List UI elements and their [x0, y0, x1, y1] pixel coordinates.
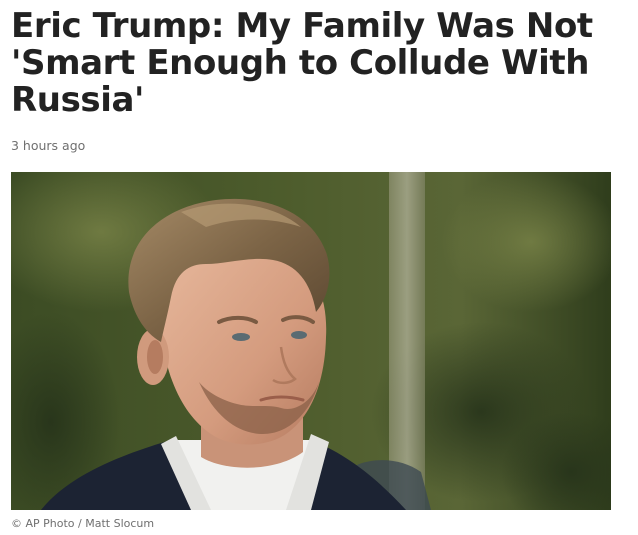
article-timestamp: 3 hours ago [11, 138, 86, 153]
article-photo[interactable] [11, 172, 611, 510]
photo-credit: © AP Photo / Matt Slocum [11, 517, 155, 530]
article: Eric Trump: My Family Was Not 'Smart Eno… [0, 0, 638, 535]
article-headline: Eric Trump: My Family Was Not 'Smart Eno… [11, 6, 593, 120]
portrait-photo-illustration [11, 172, 611, 510]
